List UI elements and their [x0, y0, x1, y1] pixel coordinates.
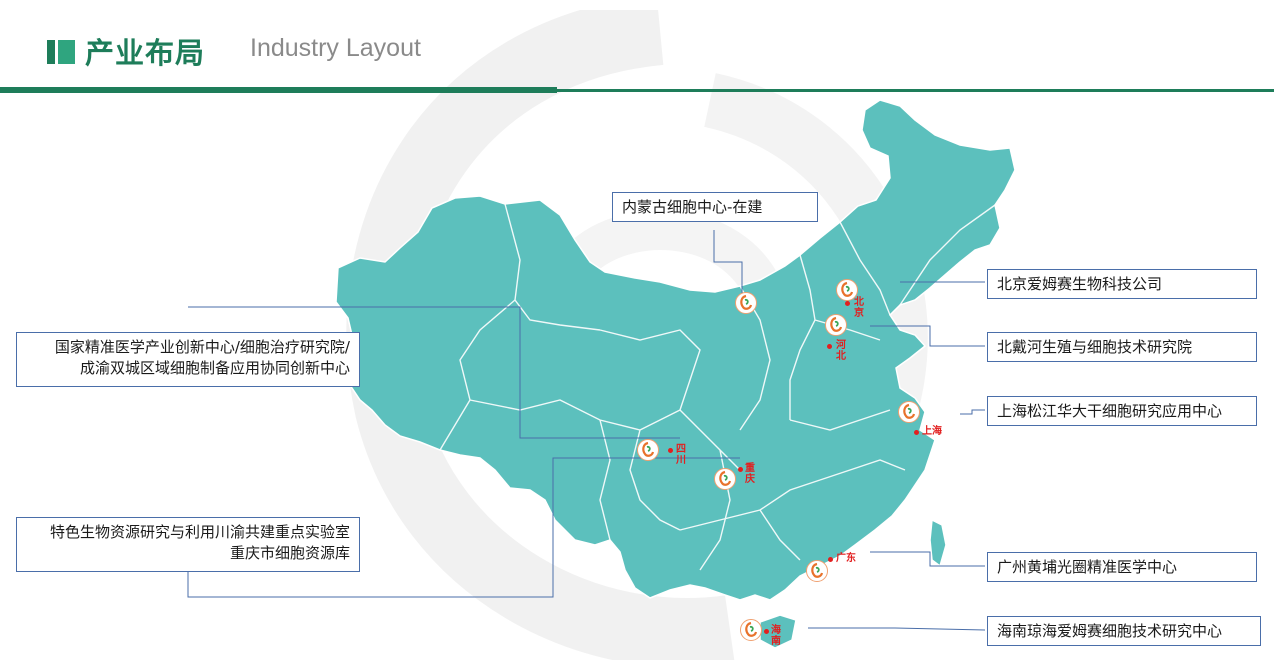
logo-marker-icon	[735, 292, 757, 314]
china-map-shape	[335, 99, 1016, 649]
label-guangzhou-center: 广州黄埔光圈精准医学中心	[987, 552, 1257, 582]
logo-marker-icon	[806, 560, 828, 582]
label-sichuan-centers: 国家精准医学产业创新中心/细胞治疗研究院/ 成渝双城区域细胞制备应用协同创新中心	[16, 332, 360, 387]
city-dot	[827, 344, 832, 349]
city-dot	[914, 430, 919, 435]
city-label-guangdong: 广东	[836, 553, 856, 564]
leader-line-guangzhou	[870, 551, 985, 567]
logo-marker-icon	[740, 619, 762, 641]
label-chongqing-line2: 重庆市细胞资源库	[229, 544, 350, 562]
label-sichuan-line1: 国家精准医学产业创新中心/细胞治疗研究院/	[54, 338, 350, 356]
city-dot	[668, 448, 673, 453]
city-dot	[764, 629, 769, 634]
label-beidaihe-institute: 北戴河生殖与细胞技术研究院	[987, 332, 1257, 362]
city-label-chongqing: 重庆	[745, 463, 755, 485]
label-neimenggu-center: 内蒙古细胞中心-在建	[612, 192, 818, 222]
city-label-hebei: 河北	[836, 340, 846, 362]
leader-line-hainan	[808, 627, 986, 631]
city-dot	[828, 557, 833, 562]
label-chongqing-line1: 特色生物资源研究与利用川渝共建重点实验室	[49, 523, 350, 541]
city-label-beijing: 北京	[854, 297, 864, 319]
label-shanghai-center: 上海松江华大干细胞研究应用中心	[987, 396, 1257, 426]
logo-marker-icon	[714, 468, 736, 490]
label-chongqing-labs: 特色生物资源研究与利用川渝共建重点实验室 重庆市细胞资源库	[16, 517, 360, 572]
leader-line-shanghai	[960, 409, 985, 415]
city-label-hainan: 海南	[771, 625, 781, 647]
label-sichuan-line2: 成渝双城区域细胞制备应用协同创新中心	[79, 359, 350, 377]
logo-marker-icon	[825, 314, 847, 336]
city-label-shanghai: 上海	[922, 426, 942, 437]
city-label-sichuan: 四川	[676, 444, 686, 466]
label-hainan-center: 海南琼海爱姆赛细胞技术研究中心	[987, 616, 1261, 646]
label-beijing-company: 北京爱姆赛生物科技公司	[987, 269, 1257, 299]
city-dot	[845, 301, 850, 306]
city-dot	[738, 467, 743, 472]
logo-marker-icon	[637, 439, 659, 461]
logo-marker-icon	[898, 401, 920, 423]
